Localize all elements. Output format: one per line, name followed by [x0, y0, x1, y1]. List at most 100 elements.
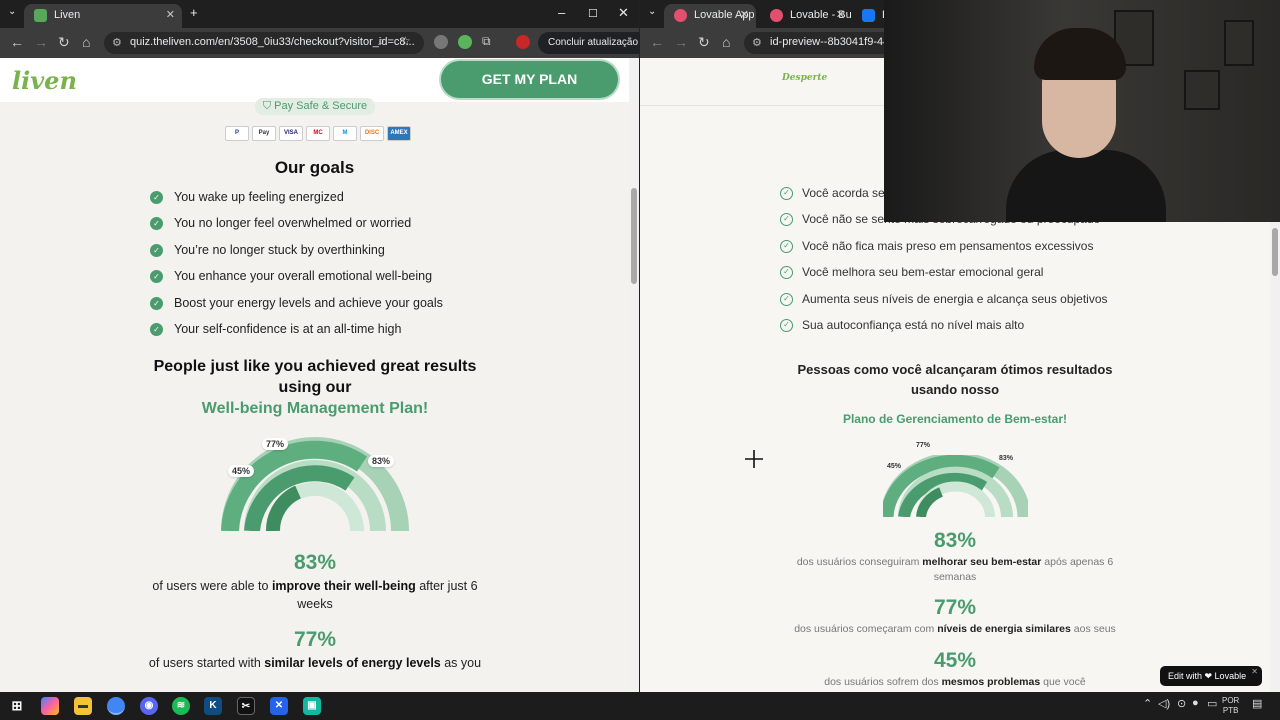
gauge-label-45: 45%: [228, 465, 255, 477]
app-icon[interactable]: K: [204, 697, 222, 715]
shield-icon: ⛉: [262, 100, 275, 112]
goal-text: You enhance your overall emotional well-…: [174, 269, 433, 284]
tray-app-icon[interactable]: ⊙: [1177, 697, 1186, 710]
check-icon: ✓: [150, 191, 163, 204]
pay-badge-label: Pay Safe & Secure: [274, 100, 368, 112]
back-icon[interactable]: ←: [650, 34, 664, 50]
gauge-arc-inner: [266, 485, 302, 531]
extension-green-icon[interactable]: [458, 35, 472, 49]
microphone-icon[interactable]: ●: [1192, 697, 1199, 709]
apple-pay-icon: Pay: [252, 126, 276, 141]
stat-text-pre: dos usuários sofrem dos: [824, 676, 942, 688]
close-tab-icon[interactable]: ✕: [836, 8, 845, 21]
site-info-icon[interactable]: ⚙: [112, 36, 122, 49]
goals-title: Our goals: [274, 158, 355, 177]
chrome-icon[interactable]: [107, 697, 125, 715]
check-icon: ✓: [150, 270, 163, 284]
forward-icon[interactable]: →: [674, 34, 688, 50]
stat-text: of users started with similar levels of …: [130, 654, 500, 672]
app-icon[interactable]: ▣: [303, 697, 321, 715]
tab-search-icon[interactable]: ⌄: [8, 6, 16, 17]
goal-text: Você acorda se: [802, 186, 885, 200]
tab-strip: ⌄ Liven ✕ + – ☐ ✕: [0, 0, 639, 28]
scrollbar-thumb[interactable]: [631, 188, 637, 284]
new-tab-icon[interactable]: +: [190, 5, 198, 20]
check-icon: ✓: [780, 318, 793, 332]
reload-icon[interactable]: ↻: [698, 34, 710, 51]
tab-liven[interactable]: Liven ✕: [24, 4, 182, 28]
stat-text: dos usuários conseguiram melhorar seu be…: [785, 555, 1125, 585]
liven-logo[interactable]: liven: [12, 66, 77, 95]
stat-number: 83%: [933, 529, 977, 552]
close-tab-icon[interactable]: ✕: [166, 8, 175, 21]
maximize-icon[interactable]: ☐: [588, 7, 598, 20]
scrollbar-thumb[interactable]: [1272, 228, 1278, 276]
extension-icon[interactable]: [434, 35, 448, 49]
stat-text-pre: of users were able to: [152, 579, 272, 593]
stat-number: 83%: [293, 551, 337, 574]
network-icon[interactable]: ▭: [1207, 697, 1217, 710]
tab-lovable-app[interactable]: Lovable App ✕: [664, 4, 756, 28]
language-line2: PTB: [1222, 706, 1239, 715]
pay-safe-badge: ⛉ Pay Safe & Secure: [255, 98, 375, 115]
profile-avatar-icon[interactable]: [516, 35, 530, 49]
copilot-icon[interactable]: [41, 697, 59, 715]
address-bar[interactable]: ⚙ id-preview--8b3041f9-44ba-: [744, 32, 904, 54]
app-icon[interactable]: ✕: [270, 697, 288, 715]
home-icon[interactable]: ⌂: [82, 34, 90, 50]
tab-lovable-build[interactable]: Lovable - Bu ✕: [760, 4, 852, 28]
list-item: ✓ You wake up feeling energized: [150, 190, 443, 216]
minimize-icon[interactable]: –: [558, 5, 565, 20]
forward-icon[interactable]: →: [34, 34, 48, 50]
reload-icon[interactable]: ↻: [58, 34, 70, 51]
update-button[interactable]: Concluir atualização ⋮: [538, 32, 639, 54]
stat-text: of users were able to improve their well…: [145, 577, 485, 613]
stat-text-bold: melhorar seu bem-estar: [922, 556, 1042, 568]
edit-with-lovable-label: Edit with ❤ Lovable: [1168, 671, 1247, 681]
gauge-label-83: 83%: [368, 455, 395, 467]
spotify-icon[interactable]: ≋: [172, 697, 190, 715]
scrollbar[interactable]: [1270, 222, 1280, 692]
close-window-icon[interactable]: ✕: [618, 5, 629, 21]
results-heading-line2: using our: [278, 379, 352, 396]
results-gauge-chart: [221, 437, 409, 531]
crosshair-cursor-icon: [745, 450, 763, 468]
close-tab-icon[interactable]: ✕: [740, 8, 749, 21]
home-icon[interactable]: ⌂: [722, 34, 730, 50]
volume-icon[interactable]: ◁): [1158, 697, 1170, 710]
gauge-label-45: 45%: [887, 463, 902, 470]
bookmark-star-icon[interactable]: ☆: [400, 34, 411, 48]
windows-start-icon[interactable]: ⊞: [8, 697, 26, 715]
notifications-icon[interactable]: ▤: [1252, 697, 1262, 710]
back-icon[interactable]: ←: [10, 34, 24, 50]
stat-number: 77%: [933, 596, 977, 619]
discord-icon[interactable]: ◉: [140, 697, 158, 715]
check-icon: ✓: [780, 266, 793, 280]
maestro-icon: M: [333, 126, 357, 141]
scrollbar[interactable]: [629, 58, 639, 692]
stat-number: 45%: [933, 649, 977, 672]
results-heading-green: Well-being Management Plan!: [201, 400, 429, 417]
url-text: quiz.theliven.com/en/3508_0iu33/checkout…: [130, 36, 415, 48]
file-explorer-icon[interactable]: ▬: [74, 697, 92, 715]
address-bar[interactable]: ⚙ quiz.theliven.com/en/3508_0iu33/checko…: [104, 32, 424, 54]
check-icon: ✓: [780, 292, 793, 306]
discover-icon: DISC: [360, 126, 384, 141]
language-indicator[interactable]: POR PTB: [1222, 696, 1239, 716]
amex-icon: AMEX: [387, 126, 411, 141]
get-my-plan-button[interactable]: GET MY PLAN: [441, 61, 618, 98]
desperte-logo[interactable]: Desperte: [782, 73, 827, 83]
stat-number: 77%: [293, 628, 337, 651]
close-icon[interactable]: ✕: [1251, 662, 1258, 682]
language-line1: POR: [1222, 696, 1240, 705]
edit-with-lovable-button[interactable]: Edit with ❤ Lovable ✕: [1160, 666, 1262, 686]
zoom-icon[interactable]: ⌕: [378, 34, 385, 49]
tray-chevron-icon[interactable]: ⌃: [1143, 697, 1152, 710]
tab-search-icon[interactable]: ⌄: [648, 6, 656, 17]
site-info-icon[interactable]: ⚙: [752, 36, 762, 49]
check-icon: ✓: [150, 217, 163, 231]
extensions-puzzle-icon[interactable]: ⧉: [482, 34, 491, 49]
goal-text: Aumenta seus níveis de energia e alcança…: [802, 291, 1108, 306]
capcut-icon[interactable]: ✂: [237, 697, 255, 715]
check-icon: ✓: [150, 322, 163, 336]
